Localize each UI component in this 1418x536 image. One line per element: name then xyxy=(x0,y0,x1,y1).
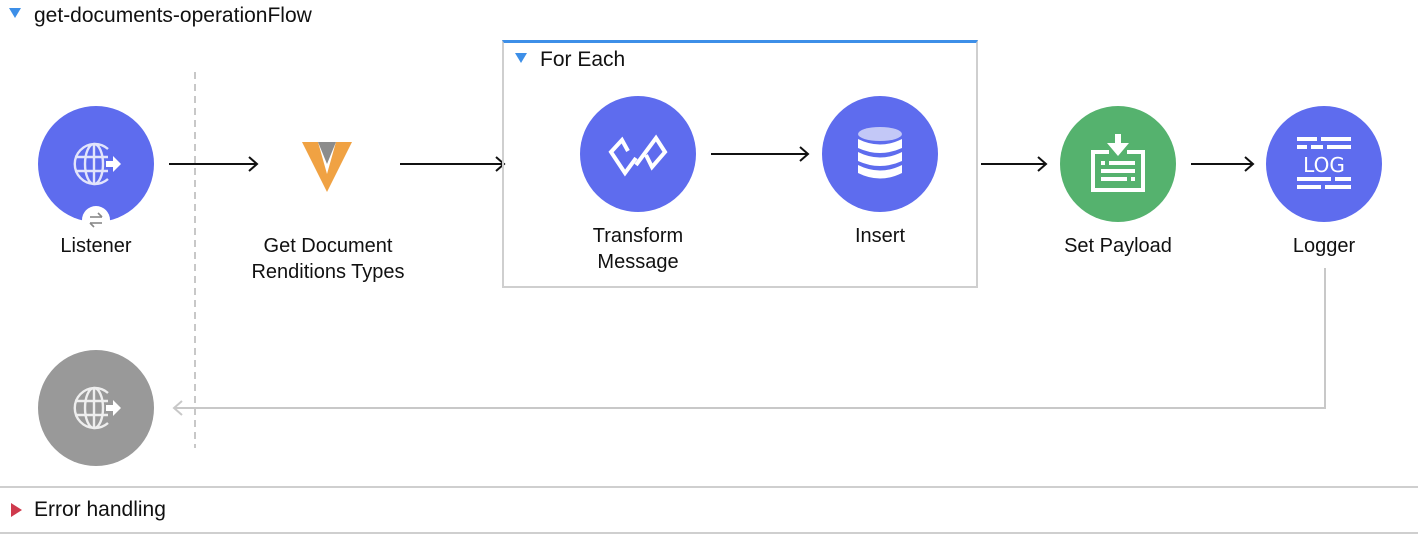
globe-arrow-icon xyxy=(73,386,121,430)
return-path xyxy=(172,268,1326,416)
label-line: Logger xyxy=(1292,235,1356,257)
divider-bottom xyxy=(0,532,1418,534)
database-icon xyxy=(858,127,902,179)
logger-label: Logger xyxy=(1244,233,1404,259)
arrow-listener-to-get-doc xyxy=(169,156,259,172)
for-each-collapse-icon[interactable] xyxy=(515,53,527,63)
set-payload-node[interactable] xyxy=(1060,106,1176,222)
label-line: Set Payload xyxy=(1064,235,1172,257)
label-line: Renditions Types xyxy=(251,261,405,283)
label-line: Transform xyxy=(592,225,684,247)
transform-message-node[interactable] xyxy=(580,96,696,212)
listener-label: Listener xyxy=(16,233,176,259)
get-document-renditions-types-label: Get Document Renditions Types xyxy=(218,233,438,285)
globe-arrow-icon xyxy=(73,142,121,186)
label-line: Message xyxy=(597,251,679,273)
arrow-get-doc-to-foreach xyxy=(400,156,506,172)
veeva-v-icon xyxy=(302,142,352,192)
log-icon: LOG xyxy=(1297,137,1351,189)
error-handling-expand-icon[interactable] xyxy=(11,503,22,517)
transform-message-label: Transform Message xyxy=(558,223,718,275)
divider-top xyxy=(0,486,1418,488)
insert-label: Insert xyxy=(800,223,960,249)
dataweave-icon xyxy=(608,134,668,177)
set-payload-icon xyxy=(1091,134,1145,192)
set-payload-label: Set Payload xyxy=(1038,233,1198,259)
source-badge xyxy=(82,206,110,234)
svg-text:LOG: LOG xyxy=(1303,153,1345,177)
swap-arrows-icon xyxy=(89,212,103,228)
response-node[interactable] xyxy=(38,350,154,466)
listener-node[interactable] xyxy=(38,106,154,222)
arrow-set-payload-to-logger xyxy=(1191,156,1255,172)
insert-node[interactable] xyxy=(822,96,938,212)
arrow-foreach-to-set-payload xyxy=(981,156,1048,172)
label-line: Listener xyxy=(60,235,132,257)
label-line: Insert xyxy=(854,225,906,247)
logger-node[interactable]: LOG xyxy=(1266,106,1382,222)
for-each-title: For Each xyxy=(540,48,626,71)
error-handling-label[interactable]: Error handling xyxy=(34,497,166,523)
get-document-renditions-types-node[interactable] xyxy=(298,138,356,196)
label-line: Get Document xyxy=(263,235,393,257)
